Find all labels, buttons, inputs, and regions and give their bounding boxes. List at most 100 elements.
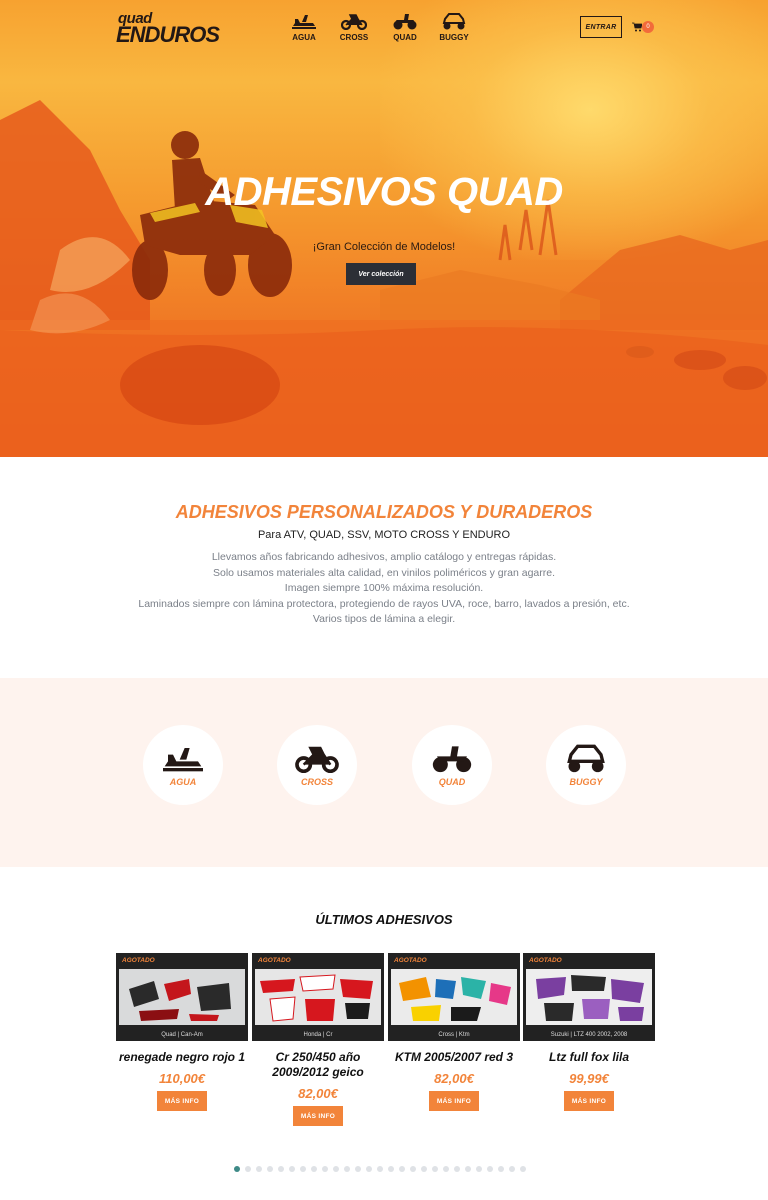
product-name[interactable]: Cr 250/450 año 2009/2012 geico [252, 1050, 384, 1080]
buggy-icon [567, 744, 605, 773]
sold-out-badge: AGOTADO [258, 957, 291, 964]
carousel-dot[interactable] [234, 1166, 240, 1172]
nav-item-agua[interactable]: AGUA [279, 12, 329, 42]
decal-kit-preview [260, 974, 373, 1022]
hero-banner: quad ENDUROS AGUA CROSS QUAD BUGGY ENTRA… [0, 0, 768, 457]
carousel-dot[interactable] [388, 1166, 394, 1172]
logo-text-bottom: ENDUROS [116, 22, 220, 47]
carousel-dot[interactable] [322, 1166, 328, 1172]
intro-line: Laminados siempre con lámina protectora,… [138, 597, 630, 610]
intro-line: Imagen siempre 100% máxima resolución. [284, 582, 484, 594]
intro-heading: ADHESIVOS PERSONALIZADOS Y DURADEROS [175, 502, 593, 522]
sold-out-badge: AGOTADO [394, 957, 427, 964]
nav-item-label: BUGGY [439, 33, 469, 42]
product-price: 110,00€ [158, 1071, 206, 1086]
carousel-dot[interactable] [300, 1166, 306, 1172]
carousel-dot[interactable] [355, 1166, 361, 1172]
hero-title: ADHESIVOS QUAD [205, 170, 563, 214]
product-image[interactable]: AGOTADO Suzuki | LTZ 400 2002, 2008 [523, 953, 655, 1041]
carousel-dot[interactable] [498, 1166, 504, 1172]
carousel-dot[interactable] [333, 1166, 339, 1172]
latest-section-title: ÚLTIMOS ADHESIVOS [315, 912, 453, 927]
carousel-dot[interactable] [366, 1166, 372, 1172]
nav-item-label: CROSS [339, 33, 369, 42]
category-buggy[interactable]: BUGGY [546, 725, 626, 805]
carousel-dot[interactable] [267, 1166, 273, 1172]
category-label: QUAD [438, 777, 466, 787]
nav-item-label: QUAD [393, 33, 417, 42]
carousel-dot[interactable] [256, 1166, 262, 1172]
carousel-dot[interactable] [432, 1166, 438, 1172]
carousel-pagination [234, 1166, 526, 1172]
carousel-dot[interactable] [344, 1166, 350, 1172]
jetski-icon [292, 15, 316, 29]
view-collection-button[interactable]: Ver colección [346, 263, 416, 285]
carousel-dot[interactable] [443, 1166, 449, 1172]
nav-item-label: AGUA [292, 33, 316, 42]
product-brand-line: Suzuki | LTZ 400 2002, 2008 [550, 1032, 628, 1038]
carousel-dot[interactable] [245, 1166, 251, 1172]
intro-line: Llevamos años fabricando adhesivos, ampl… [211, 551, 557, 563]
carousel-dot[interactable] [454, 1166, 460, 1172]
more-info-button[interactable]: MÁS INFO [429, 1091, 479, 1111]
jetski-icon [163, 748, 203, 772]
login-button[interactable]: ENTRAR [580, 16, 622, 38]
nav-item-cross[interactable]: CROSS [329, 12, 379, 42]
product-brand-line: Quad | Can-Am [161, 1032, 203, 1038]
product-image[interactable]: AGOTADO Honda | Cr [252, 953, 384, 1041]
sold-out-badge: AGOTADO [529, 957, 562, 964]
more-info-button[interactable]: MÁS INFO [157, 1091, 207, 1111]
decal-kit-preview [399, 977, 511, 1021]
cross-bike-icon [295, 746, 339, 773]
top-navigation-bar: quad ENDUROS AGUA CROSS QUAD BUGGY ENTRA… [0, 0, 768, 60]
category-cross[interactable]: CROSS [277, 725, 357, 805]
carousel-dot[interactable] [399, 1166, 405, 1172]
product-name[interactable]: Ltz full fox lila [523, 1050, 655, 1065]
quad-icon [393, 14, 417, 30]
product-card[interactable]: AGOTADO Honda | Cr Cr 250/450 año 2009/2… [252, 953, 384, 1126]
carousel-dot[interactable] [421, 1166, 427, 1172]
intro-line: Solo usamos materiales alta calidad, en … [213, 566, 555, 579]
carousel-dot[interactable] [289, 1166, 295, 1172]
more-info-button[interactable]: MÁS INFO [293, 1106, 343, 1126]
nav-item-quad[interactable]: QUAD [380, 12, 430, 42]
buggy-icon [442, 13, 466, 30]
decal-kit-preview [129, 979, 231, 1021]
site-logo[interactable]: quad ENDUROS [116, 10, 226, 47]
product-brand-line: Honda | Cr [303, 1032, 333, 1038]
carousel-dot[interactable] [311, 1166, 317, 1172]
category-label: AGUA [169, 777, 197, 787]
carousel-dot[interactable] [487, 1166, 493, 1172]
cart-count-badge: 0 [642, 21, 654, 33]
nav-item-buggy[interactable]: BUGGY [429, 12, 479, 42]
carousel-dot[interactable] [520, 1166, 526, 1172]
cross-bike-icon [341, 14, 367, 30]
product-name[interactable]: renegade negro rojo 1 [116, 1050, 248, 1065]
intro-body: Llevamos años fabricando adhesivos, ampl… [0, 550, 768, 628]
intro-line: Varios tipos de lámina a elegir. [312, 613, 456, 625]
category-quad[interactable]: QUAD [412, 725, 492, 805]
product-card[interactable]: AGOTADO Quad | Can-Am renegade negro roj… [116, 953, 248, 1111]
product-image[interactable]: AGOTADO Quad | Can-Am [116, 953, 248, 1041]
product-price: 99,99€ [569, 1071, 609, 1086]
carousel-dot[interactable] [410, 1166, 416, 1172]
more-info-button[interactable]: MÁS INFO [564, 1091, 614, 1111]
decal-kit-preview [536, 975, 644, 1021]
product-card[interactable]: AGOTADO Suzuki | LTZ 400 2002, 2008 Ltz … [523, 953, 655, 1111]
carousel-dot[interactable] [377, 1166, 383, 1172]
cart-button[interactable]: 0 [632, 20, 656, 34]
hero-quad-rider-image [0, 100, 768, 457]
product-price: 82,00€ [434, 1071, 474, 1086]
intro-section: ADHESIVOS PERSONALIZADOS Y DURADEROS Par… [0, 457, 768, 678]
category-section: AGUA CROSS QUAD BUGGY [0, 678, 768, 867]
carousel-dot[interactable] [476, 1166, 482, 1172]
intro-subheading: Para ATV, QUAD, SSV, MOTO CROSS Y ENDURO [257, 529, 511, 541]
carousel-dot[interactable] [278, 1166, 284, 1172]
product-card[interactable]: AGOTADO Cross | Ktm KTM 2005/2007 red 3 … [388, 953, 520, 1111]
sold-out-badge: AGOTADO [122, 957, 155, 964]
product-name[interactable]: KTM 2005/2007 red 3 [388, 1050, 520, 1065]
carousel-dot[interactable] [465, 1166, 471, 1172]
category-agua[interactable]: AGUA [143, 725, 223, 805]
product-image[interactable]: AGOTADO Cross | Ktm [388, 953, 520, 1041]
carousel-dot[interactable] [509, 1166, 515, 1172]
